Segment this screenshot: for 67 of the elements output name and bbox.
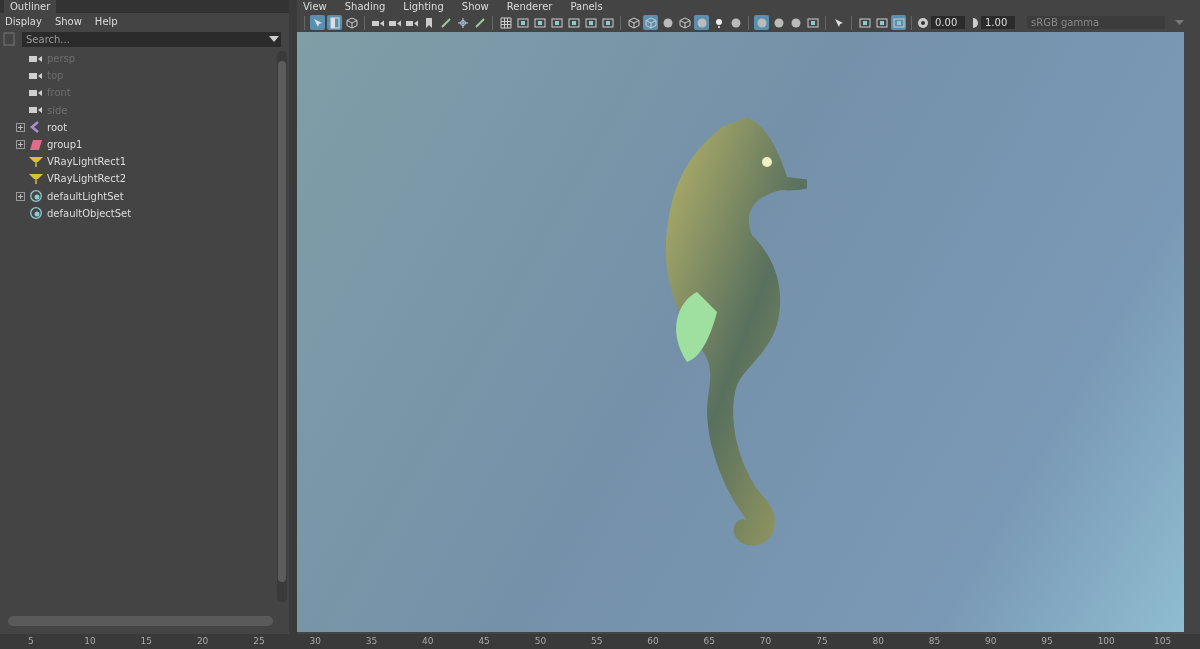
- frame-number: 85: [928, 635, 942, 648]
- frame-number: 100: [1097, 635, 1116, 648]
- frame-number: 15: [140, 635, 154, 648]
- frame-number: 5: [28, 635, 35, 648]
- frame-icon[interactable]: [600, 15, 615, 30]
- frame-icon[interactable]: [566, 15, 581, 30]
- gamma-field[interactable]: 1.00: [981, 16, 1015, 29]
- frame-number: 35: [365, 635, 379, 648]
- group-icon: [29, 138, 43, 151]
- dropdown-icon[interactable]: [269, 36, 279, 42]
- frame-number: 105: [1153, 635, 1173, 648]
- frame-number: 60: [647, 635, 660, 648]
- menu-item[interactable]: Shading: [344, 0, 386, 13]
- menu-item[interactable]: Lighting: [403, 0, 444, 13]
- frame-number: 55: [590, 635, 604, 648]
- menu-item[interactable]: Renderer: [506, 0, 553, 13]
- outliner-item[interactable]: defaultObjectSet: [47, 207, 132, 219]
- outliner-item[interactable]: defaultLightSet: [47, 190, 124, 202]
- frame-icon[interactable]: [532, 15, 547, 30]
- cube-icon[interactable]: [677, 15, 692, 30]
- light-icon: [29, 155, 43, 168]
- exposure-icon[interactable]: [917, 16, 929, 29]
- cube-icon[interactable]: [626, 15, 641, 30]
- expand-icon[interactable]: [16, 122, 25, 132]
- frame-icon[interactable]: [583, 15, 598, 30]
- vertical-scrollbar[interactable]: [277, 51, 287, 602]
- frame-icon[interactable]: [857, 15, 872, 30]
- outliner-item[interactable]: VRayLightRect2: [47, 173, 126, 185]
- panel-title[interactable]: Outliner: [4, 0, 57, 13]
- expand-icon[interactable]: [16, 140, 25, 150]
- menu-item[interactable]: Show: [461, 0, 489, 13]
- menu-item[interactable]: Display: [5, 15, 42, 27]
- frame-number: 65: [703, 635, 716, 648]
- grid-icon[interactable]: [498, 15, 513, 30]
- frame-number: 20: [196, 635, 210, 648]
- panel-icon[interactable]: [327, 15, 342, 30]
- frame-number: 80: [872, 635, 885, 648]
- set-icon: [29, 207, 43, 220]
- menu-item[interactable]: Panels: [570, 0, 603, 13]
- outliner-item[interactable]: VRayLightRect1: [47, 156, 126, 168]
- outliner-item[interactable]: group1: [47, 139, 83, 151]
- frame-number: 75: [816, 635, 829, 648]
- cube-icon[interactable]: [344, 15, 359, 30]
- light-icon: [29, 172, 43, 185]
- frame-number: 95: [1041, 635, 1054, 648]
- frame-number: 90: [985, 635, 998, 648]
- frame-number: 25: [253, 635, 266, 648]
- outliner-item[interactable]: root: [47, 121, 68, 133]
- expand-icon[interactable]: [16, 191, 25, 201]
- frame-icon[interactable]: [805, 15, 820, 30]
- frame-icon[interactable]: [549, 15, 564, 30]
- menu-item[interactable]: Help: [94, 15, 118, 27]
- frame-number: 70: [759, 635, 773, 648]
- search-field[interactable]: Search...: [22, 31, 281, 47]
- frame-number: 50: [534, 635, 548, 648]
- frame-icon[interactable]: [874, 15, 889, 30]
- exposure-field[interactable]: 0.00: [931, 16, 965, 29]
- frame-number: 40: [422, 635, 435, 648]
- frame-number: 10: [84, 635, 97, 648]
- menu-item[interactable]: Show: [54, 15, 82, 27]
- frame-number: 45: [478, 635, 491, 648]
- frame-number: 30: [309, 635, 322, 648]
- select-icon[interactable]: [310, 15, 325, 30]
- frame-icon[interactable]: [515, 15, 530, 30]
- set-icon: [29, 190, 43, 203]
- menu-item[interactable]: View: [303, 0, 327, 13]
- move-icon[interactable]: [455, 15, 470, 30]
